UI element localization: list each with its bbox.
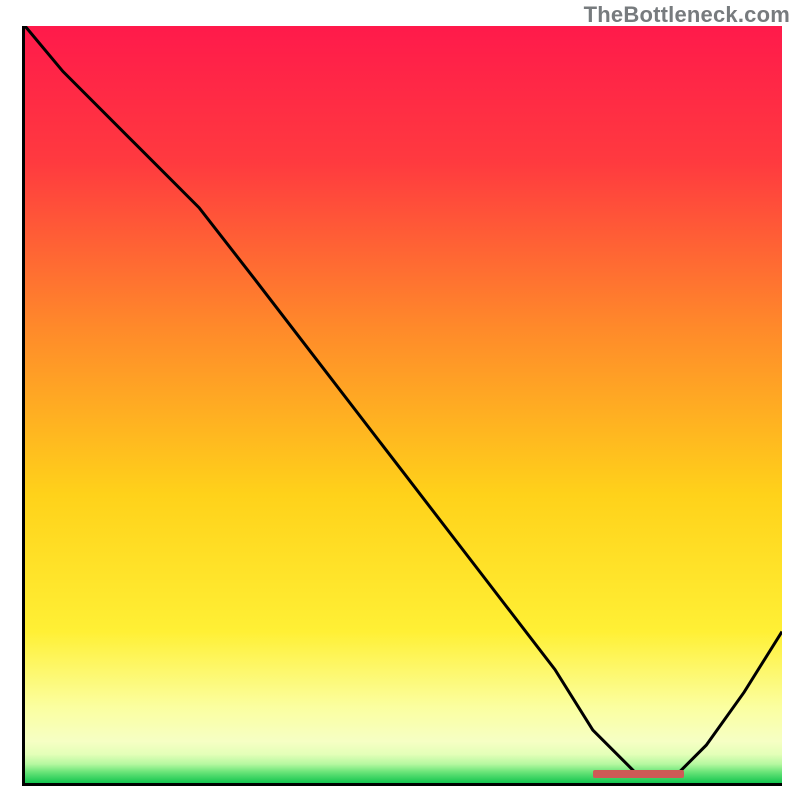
- bottleneck-chart: TheBottleneck.com: [0, 0, 800, 800]
- watermark-text: TheBottleneck.com: [584, 2, 790, 28]
- optimal-range-marker: [593, 770, 684, 778]
- x-axis-line: [22, 783, 782, 786]
- curve-layer: [25, 26, 782, 783]
- bottleneck-curve-path: [25, 26, 782, 775]
